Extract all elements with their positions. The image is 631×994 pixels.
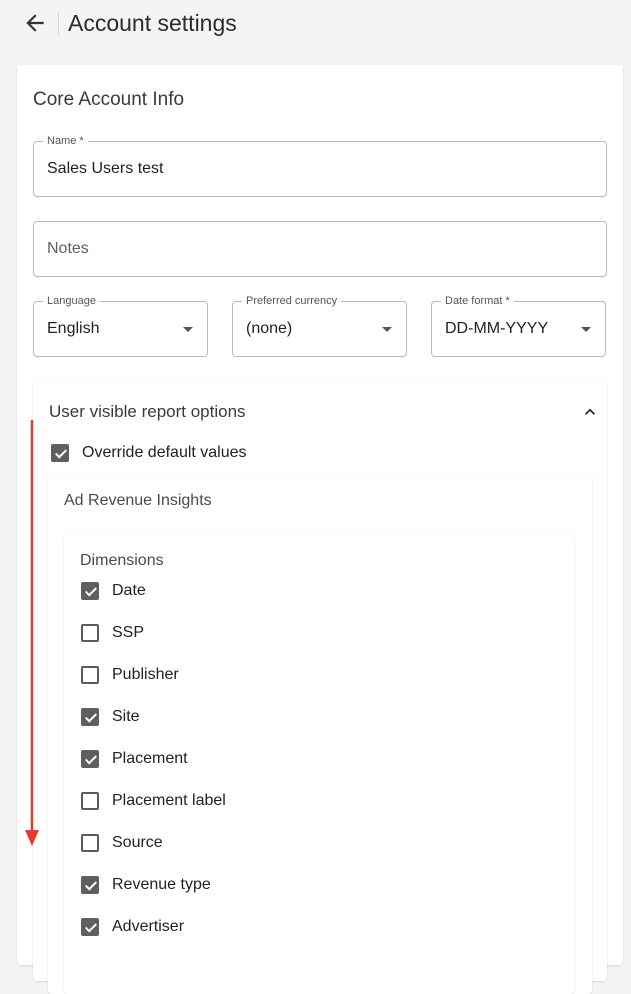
checkbox-icon (81, 876, 99, 894)
dropdown-arrow-icon (581, 327, 591, 332)
dimension-label: Date (112, 582, 146, 599)
checkbox-icon (81, 918, 99, 936)
currency-select-label: Preferred currency (242, 294, 342, 308)
dropdown-arrow-icon (382, 327, 392, 332)
ad-revenue-insights-panel: Ad Revenue Insights Dimensions Date SSP … (48, 474, 592, 994)
scroll-down-annotation-arrow-icon (25, 420, 39, 846)
ad-revenue-insights-title: Ad Revenue Insights (64, 492, 212, 509)
dimension-label: Publisher (112, 666, 179, 683)
dimension-checkbox-advertiser[interactable]: Advertiser (81, 916, 281, 938)
top-bar: Account settings (0, 0, 631, 48)
dimensions-panel: Dimensions Date SSP Publisher Site Place… (64, 534, 574, 994)
language-select[interactable]: Language English (33, 294, 208, 357)
checkbox-icon (81, 582, 99, 600)
dimension-label: Site (112, 708, 140, 725)
header-divider (58, 11, 59, 35)
back-arrow-icon[interactable] (22, 10, 48, 36)
override-default-values-label: Override default values (82, 444, 247, 461)
dimension-label: SSP (112, 624, 145, 641)
dimensions-title: Dimensions (80, 552, 164, 569)
dimension-checkbox-site[interactable]: Site (81, 706, 281, 728)
date-format-select-value: DD-MM-YYYY (445, 320, 549, 337)
name-field[interactable]: Name * Sales Users test (33, 134, 607, 197)
name-field-label: Name * (43, 134, 88, 148)
core-account-info-title: Core Account Info (33, 89, 185, 110)
checkbox-icon (81, 666, 99, 684)
checkbox-icon (81, 792, 99, 810)
dimension-label: Revenue type (112, 876, 211, 893)
checkbox-icon (81, 750, 99, 768)
dimension-checkbox-source[interactable]: Source (81, 832, 281, 854)
date-format-select-label: Date format * (441, 294, 514, 308)
notes-field[interactable]: Notes (33, 221, 607, 277)
account-settings-card: Core Account Info Name * Sales Users tes… (17, 65, 623, 994)
dimension-label: Source (112, 834, 163, 851)
page-title: Account settings (68, 10, 237, 36)
dimension-checkbox-publisher[interactable]: Publisher (81, 664, 281, 686)
dimension-checkbox-placement-label[interactable]: Placement label (81, 790, 281, 812)
dimension-checkbox-revenue-type[interactable]: Revenue type (81, 874, 281, 896)
date-format-select[interactable]: Date format * DD-MM-YYYY (431, 294, 606, 357)
report-options-panel: User visible report options Override def… (33, 381, 607, 994)
currency-select[interactable]: Preferred currency (none) (232, 294, 407, 357)
report-options-title[interactable]: User visible report options (49, 401, 246, 423)
name-field-value: Sales Users test (47, 160, 164, 177)
currency-select-value: (none) (246, 320, 293, 337)
checkbox-icon (81, 708, 99, 726)
dimension-checkbox-placement[interactable]: Placement (81, 748, 281, 770)
checkbox-icon (51, 444, 69, 462)
dimension-checkbox-date[interactable]: Date (81, 580, 281, 602)
notes-placeholder: Notes (47, 240, 89, 257)
dimension-label: Placement label (112, 792, 226, 809)
dimension-label: Advertiser (112, 918, 185, 935)
dimension-label: Placement (112, 750, 188, 767)
override-default-values-checkbox[interactable]: Override default values (51, 442, 291, 464)
checkbox-icon (81, 834, 99, 852)
language-select-value: English (47, 320, 100, 337)
dropdown-arrow-icon (183, 327, 193, 332)
checkbox-icon (81, 624, 99, 642)
language-select-label: Language (43, 294, 100, 308)
dimension-checkbox-ssp[interactable]: SSP (81, 622, 281, 644)
chevron-up-icon[interactable] (579, 402, 601, 422)
